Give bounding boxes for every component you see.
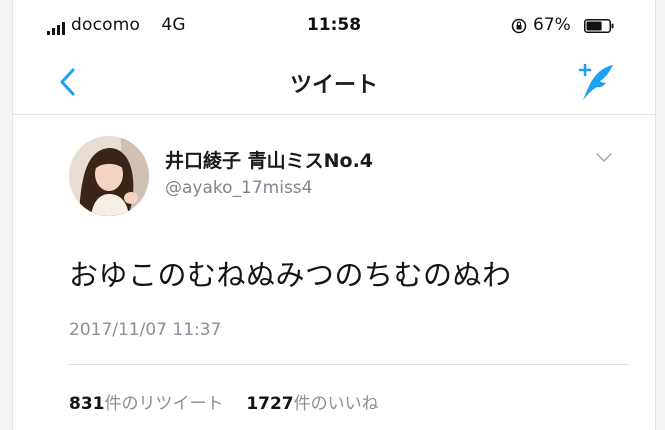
tweet-text: おゆこのむねぬみつのちむのぬわ: [69, 258, 512, 292]
retweet-count: 831: [69, 394, 105, 414]
battery-percent: 67%: [533, 15, 571, 35]
like-count-link[interactable]: 1727件のいいね: [246, 389, 378, 414]
like-count: 1727: [246, 394, 294, 414]
avatar[interactable]: [69, 136, 149, 216]
tweet-stats: 831件のリツイート 1727件のいいね: [69, 389, 379, 414]
orientation-lock-icon: [511, 18, 527, 34]
nav-divider: [13, 114, 655, 115]
status-bar: docomo 4G 11:58 67%: [13, 0, 655, 52]
tweet-timestamp: 2017/11/07 11:37: [69, 320, 222, 340]
tweet-divider: [69, 364, 629, 365]
author-handle[interactable]: @ayako_17miss4: [165, 178, 312, 198]
page-title: ツイート: [289, 73, 378, 98]
like-label: 件のいいね: [293, 394, 379, 414]
compose-tweet-icon: [578, 63, 613, 100]
retweet-label: 件のリツイート: [104, 394, 224, 414]
tweet-detail-screen: docomo 4G 11:58 67% ツイート 井口綾子 青山ミスNo.4 @…: [12, 0, 656, 430]
chevron-down-icon[interactable]: [595, 152, 613, 164]
author-display-name[interactable]: 井口綾子 青山ミスNo.4: [165, 146, 373, 173]
retweet-count-link[interactable]: 831件のリツイート: [69, 389, 224, 414]
navigation-bar: ツイート: [13, 52, 655, 112]
battery-icon: [584, 19, 614, 33]
compose-tweet-button[interactable]: [573, 60, 617, 104]
